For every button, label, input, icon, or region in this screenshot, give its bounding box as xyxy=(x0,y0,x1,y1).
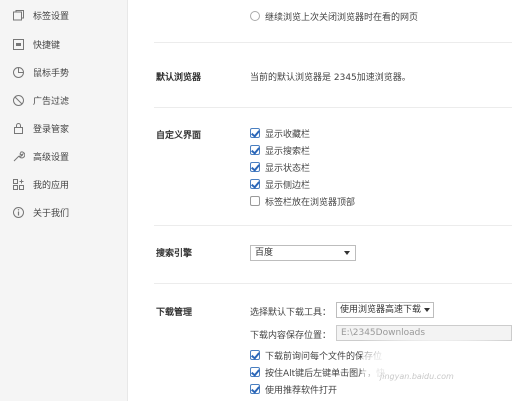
download-tool-label: 选择默认下载工具： xyxy=(250,308,332,318)
tabs-on-top-label: 标签栏放在浏览器顶部 xyxy=(265,198,356,208)
sidebar-item-advanced[interactable]: 高级设置 xyxy=(0,145,128,169)
default-browser-status: 当前的默认浏览器是 2345加速浏览器。 xyxy=(250,73,411,83)
keyboard-icon xyxy=(12,38,25,51)
chevron-down-icon xyxy=(344,251,350,255)
chevron-down-icon xyxy=(424,308,431,312)
sidebar-item-label: 我的应用 xyxy=(33,181,70,191)
show-searchbar-checkbox[interactable] xyxy=(250,145,260,155)
search-engine-value: 百度 xyxy=(255,248,274,258)
show-statusbar-checkbox[interactable] xyxy=(250,162,260,172)
sidebar-item-ad-filter[interactable]: 广告过滤 xyxy=(0,89,128,113)
block-icon xyxy=(12,94,25,107)
show-statusbar-label: 显示状态栏 xyxy=(265,164,311,174)
download-path-input[interactable]: E:\2345Downloads xyxy=(336,325,512,341)
show-sidebar-label: 显示侧边栏 xyxy=(265,181,311,191)
show-searchbar-label: 显示搜索栏 xyxy=(265,147,311,157)
ask-save-location-checkbox[interactable] xyxy=(250,350,260,360)
show-favorites-checkbox[interactable] xyxy=(250,128,260,138)
lock-icon xyxy=(12,122,25,135)
sidebar: 标签设置 快捷键 鼠标手势 广告过滤 登录管家 高级设置 我的应用 关于我们 xyxy=(0,0,128,401)
sidebar-item-label: 关于我们 xyxy=(33,209,70,219)
default-browser-title: 默认浏览器 xyxy=(156,73,202,83)
sidebar-item-tabs[interactable]: 标签设置 xyxy=(0,4,128,28)
divider xyxy=(154,283,512,284)
search-engine-select[interactable]: 百度 xyxy=(250,245,356,261)
download-title: 下载管理 xyxy=(156,308,193,318)
open-with-recommended-checkbox[interactable] xyxy=(250,384,260,394)
sidebar-item-mouse-gestures[interactable]: 鼠标手势 xyxy=(0,61,128,85)
sidebar-item-label: 高级设置 xyxy=(33,153,70,163)
sidebar-item-login-manager[interactable]: 登录管家 xyxy=(0,117,128,141)
watermark-text: jingyan.baidu.com xyxy=(380,372,454,381)
sidebar-item-my-apps[interactable]: 我的应用 xyxy=(0,173,128,197)
search-engine-title: 搜索引擎 xyxy=(156,249,193,259)
alt-click-image-checkbox[interactable] xyxy=(250,367,260,377)
tabs-on-top-checkbox[interactable] xyxy=(250,196,260,206)
watermark xyxy=(362,340,512,390)
divider xyxy=(154,42,512,43)
sidebar-item-label: 快捷键 xyxy=(33,41,61,51)
show-favorites-label: 显示收藏栏 xyxy=(265,130,311,140)
divider xyxy=(154,107,512,108)
download-tool-value: 使用浏览器高速下载 xyxy=(340,305,422,315)
sidebar-item-label: 鼠标手势 xyxy=(33,69,70,79)
download-path-label: 下载内容保存位置： xyxy=(250,331,332,341)
custom-ui-title: 自定义界面 xyxy=(156,131,202,141)
resume-session-radio[interactable] xyxy=(250,11,260,21)
resume-session-label: 继续浏览上次关闭浏览器时在看的网页 xyxy=(265,13,419,23)
sidebar-item-label: 登录管家 xyxy=(33,125,70,135)
info-icon xyxy=(12,206,25,219)
mouse-icon xyxy=(12,66,25,79)
apps-icon xyxy=(12,178,25,191)
sidebar-item-label: 广告过滤 xyxy=(33,97,70,107)
sidebar-item-label: 标签设置 xyxy=(33,12,70,22)
open-with-recommended-label: 使用推荐软件打开 xyxy=(265,386,338,396)
divider xyxy=(154,225,512,226)
download-tool-select[interactable]: 使用浏览器高速下载 xyxy=(336,302,435,318)
sidebar-item-about[interactable]: 关于我们 xyxy=(0,201,128,225)
tabs-icon xyxy=(12,9,25,22)
wrench-icon xyxy=(12,150,25,163)
sidebar-item-shortcuts[interactable]: 快捷键 xyxy=(0,33,128,57)
show-sidebar-checkbox[interactable] xyxy=(250,179,260,189)
